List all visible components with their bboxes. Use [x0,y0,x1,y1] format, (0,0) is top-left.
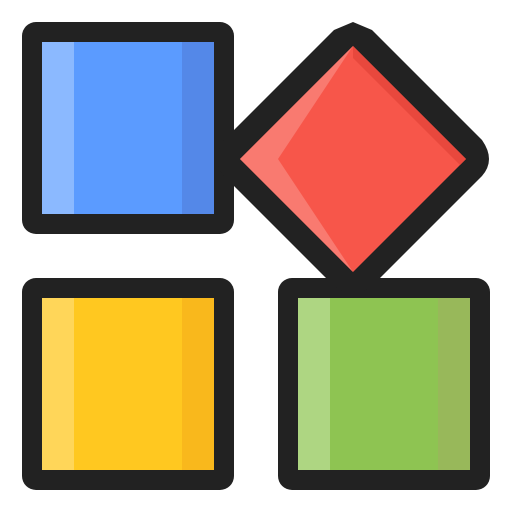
apps-grid-icon [22,22,490,490]
red-diamond-tile [217,22,489,293]
icon-canvas [0,0,512,512]
green-square-tile [278,278,490,490]
blue-square-tile [22,22,234,234]
yellow-square-tile [22,278,234,490]
